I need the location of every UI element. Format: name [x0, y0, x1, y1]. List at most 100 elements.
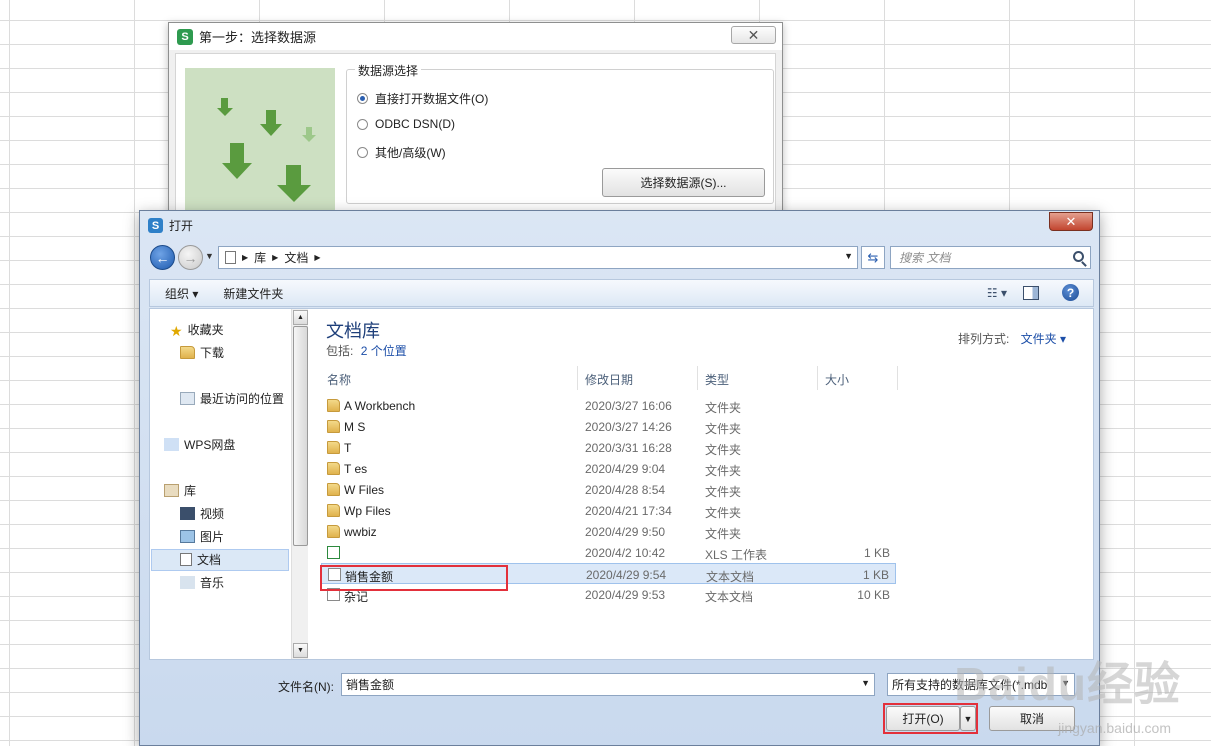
radio-label: ODBC DSN(D) [375, 117, 455, 131]
arrange-label: 排列方式: [957, 332, 1010, 346]
breadcrumb-chevron-icon[interactable]: ▶ [314, 253, 320, 262]
nav-downloads[interactable]: 下载 [180, 344, 224, 361]
select-data-source-button[interactable]: 选择数据源(S)... [602, 168, 765, 197]
library-title: 文档库 [326, 321, 380, 341]
groupbox-title: 数据源选择 [355, 62, 422, 79]
nav-label: 最近访问的位置 [200, 392, 285, 406]
wps-logo-icon: S [177, 28, 193, 45]
file-type: 文件夹 [705, 443, 742, 457]
music-icon [180, 576, 195, 589]
filename-value: 销售金额 [346, 678, 395, 692]
address-dropdown[interactable]: ▼ [844, 251, 853, 261]
nav-favorites[interactable]: ★ 收藏夹 [170, 321, 224, 339]
file-type: 文件夹 [705, 422, 742, 436]
navigation-pane: ★ 收藏夹 下载 最近访问的位置 WPS网盘 库 视频 图片 文档 音乐 [150, 309, 291, 659]
column-header-date[interactable]: 修改日期 [585, 371, 633, 388]
nav-wps-cloud[interactable]: WPS网盘 [164, 436, 235, 453]
view-options-icon[interactable]: ☷ ▾ [987, 286, 1007, 300]
document-icon [180, 553, 192, 566]
file-date: 2020/3/27 16:06 [585, 399, 672, 413]
scroll-up-arrow-icon[interactable]: ▲ [293, 310, 308, 325]
nav-label: 库 [184, 484, 197, 498]
file-name: T [344, 441, 352, 455]
file-name: M S [344, 420, 366, 434]
includes-locations-link[interactable]: 2 个位置 [361, 344, 407, 358]
radio-indicator[interactable] [357, 93, 368, 104]
file-row[interactable]: 2020/4/2 10:42 XLS 工作表 1 KB [321, 542, 896, 563]
file-name: A Workbench [344, 399, 416, 413]
radio-label: 直接打开数据文件(O) [375, 92, 489, 106]
file-type: 文件夹 [705, 506, 742, 520]
new-folder-button[interactable]: 新建文件夹 [223, 285, 283, 302]
nav-videos[interactable]: 视频 [180, 505, 224, 522]
nav-music[interactable]: 音乐 [180, 574, 224, 591]
file-type: 文本文档 [706, 570, 755, 584]
breadcrumb-documents[interactable]: 文档 [284, 249, 308, 266]
content-area: ★ 收藏夹 下载 最近访问的位置 WPS网盘 库 视频 图片 文档 音乐 ▲ ▼… [149, 308, 1094, 660]
search-input[interactable]: 搜索 文档 [890, 246, 1091, 269]
folder-icon [327, 504, 340, 517]
dialog-close-button[interactable]: ✕ [1049, 212, 1093, 231]
address-bar[interactable]: ▶ 库 ▶ 文档 ▶ ▼ [218, 246, 858, 269]
column-header-name[interactable]: 名称 [327, 371, 351, 388]
file-size: 1 KB [862, 568, 889, 582]
file-date: 2020/4/29 9:50 [585, 525, 666, 539]
back-button[interactable]: ← [150, 245, 175, 270]
breadcrumb-library[interactable]: 库 [254, 249, 266, 266]
chevron-down-icon[interactable]: ▼ [861, 678, 870, 688]
radio-indicator[interactable] [357, 147, 368, 158]
nav-documents[interactable]: 文档 [180, 551, 221, 568]
file-row[interactable]: T es 2020/4/29 9:04 文件夹 [321, 458, 896, 479]
organize-menu[interactable]: 组织 ▾ [165, 285, 198, 302]
column-header-size[interactable]: 大小 [825, 371, 849, 388]
nav-pane-scrollbar[interactable]: ▲ ▼ [291, 309, 308, 659]
nav-label: 音乐 [200, 576, 225, 590]
nav-recent[interactable]: 最近访问的位置 [180, 390, 284, 407]
file-row[interactable]: Wp Files 2020/4/21 17:34 文件夹 [321, 500, 896, 521]
file-date: 2020/4/29 9:53 [585, 588, 666, 602]
nav-label: 视频 [200, 507, 225, 521]
file-row[interactable]: T 2020/3/31 16:28 文件夹 [321, 437, 896, 458]
library-icon [164, 484, 179, 497]
nav-libraries[interactable]: 库 [164, 482, 196, 499]
forward-button[interactable]: → [178, 245, 203, 270]
recent-locations-dropdown[interactable]: ▼ [205, 251, 214, 261]
filename-input[interactable]: 销售金额 ▼ [341, 673, 875, 696]
nav-label: 收藏夹 [187, 323, 224, 337]
file-row[interactable]: A Workbench 2020/3/27 16:06 文件夹 [321, 395, 896, 416]
scroll-thumb[interactable] [293, 326, 308, 546]
arrange-by-dropdown[interactable]: 文件夹 ▾ [1021, 332, 1066, 346]
refresh-icon[interactable]: ⇆ [861, 246, 885, 269]
spreadsheet-file-icon [327, 546, 340, 559]
file-type: 文件夹 [705, 464, 742, 478]
search-icon[interactable] [1073, 251, 1084, 262]
scroll-down-arrow-icon[interactable]: ▼ [293, 643, 308, 658]
baidu-watermark: Baidu经验 [954, 658, 1181, 710]
file-type: 文本文档 [705, 590, 754, 604]
file-row[interactable]: wwbiz 2020/4/29 9:50 文件夹 [321, 521, 896, 542]
column-header-type[interactable]: 类型 [705, 371, 729, 388]
file-type: 文件夹 [705, 527, 742, 541]
wizard-close-button[interactable]: ✕ [731, 26, 776, 44]
breadcrumb-chevron-icon[interactable]: ▶ [242, 253, 248, 262]
cloud-drive-icon [164, 438, 179, 451]
radio-odbc-dsn[interactable]: ODBC DSN(D) [357, 117, 455, 131]
file-date: 2020/3/31 16:28 [585, 441, 672, 455]
file-row[interactable]: W Files 2020/4/28 8:54 文件夹 [321, 479, 896, 500]
preview-pane-icon[interactable] [1023, 286, 1039, 300]
nav-label: 下载 [200, 346, 225, 360]
help-icon[interactable]: ? [1062, 284, 1079, 301]
file-type: 文件夹 [705, 401, 742, 415]
file-name: Wp Files [344, 504, 391, 518]
radio-indicator[interactable] [357, 118, 368, 130]
file-row[interactable]: M S 2020/3/27 14:26 文件夹 [321, 416, 896, 437]
radio-open-file[interactable]: 直接打开数据文件(O) [357, 90, 488, 107]
nav-pictures[interactable]: 图片 [180, 528, 224, 545]
breadcrumb-chevron-icon[interactable]: ▶ [272, 253, 278, 262]
recent-places-icon [180, 392, 195, 405]
folder-icon [180, 346, 195, 359]
radio-advanced[interactable]: 其他/高级(W) [357, 144, 446, 161]
file-type: 文件夹 [705, 485, 742, 499]
file-name: wwbiz [344, 525, 377, 539]
radio-label: 其他/高级(W) [375, 146, 446, 160]
